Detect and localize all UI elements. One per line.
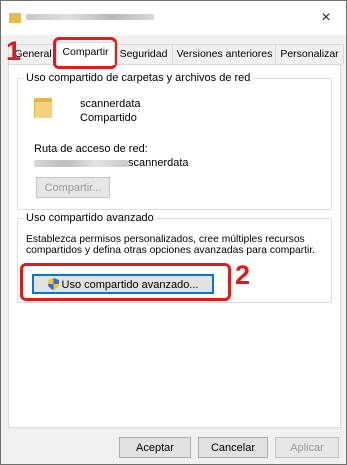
network-sharing-group: Uso compartido de carpetas y archivos de…	[17, 72, 332, 210]
sharing-panel: Uso compartido de carpetas y archivos de…	[8, 64, 341, 428]
tab-strip: General Compartir Seguridad Versiones an…	[8, 42, 344, 65]
share-button[interactable]: Compartir...	[36, 177, 110, 198]
window-title-redacted	[26, 11, 156, 23]
network-path-redacted	[34, 160, 128, 167]
folder-icon	[9, 13, 21, 23]
network-path-value: scannerdata	[128, 157, 189, 169]
network-sharing-label: Uso compartido de carpetas y archivos de…	[24, 72, 253, 84]
step-2-marker: 2	[235, 260, 251, 290]
share-status: Compartido	[80, 112, 137, 124]
tab-compartir[interactable]: Compartir	[56, 42, 115, 65]
close-button[interactable]: ×	[314, 7, 338, 29]
step-1-marker: 1	[6, 36, 22, 66]
tab-personalizar[interactable]: Personalizar	[275, 44, 344, 64]
apply-button[interactable]: Aplicar	[275, 437, 339, 458]
advanced-sharing-description: Establezca permisos personalizados, cree…	[26, 234, 316, 256]
highlight-advanced-button	[20, 263, 231, 301]
title-bar: ×	[1, 1, 346, 35]
cancel-button[interactable]: Cancelar	[198, 437, 268, 458]
advanced-sharing-label: Uso compartido avanzado	[24, 212, 156, 224]
properties-dialog: × General Compartir Seguridad Versiones …	[0, 0, 347, 465]
network-path-label: Ruta de acceso de red:	[34, 143, 148, 155]
accept-button[interactable]: Aceptar	[119, 437, 191, 458]
folder-name: scannerdata	[80, 98, 141, 110]
folder-icon	[34, 98, 52, 118]
tab-versiones-anteriores[interactable]: Versiones anteriores	[172, 44, 277, 64]
tab-seguridad[interactable]: Seguridad	[113, 44, 174, 64]
